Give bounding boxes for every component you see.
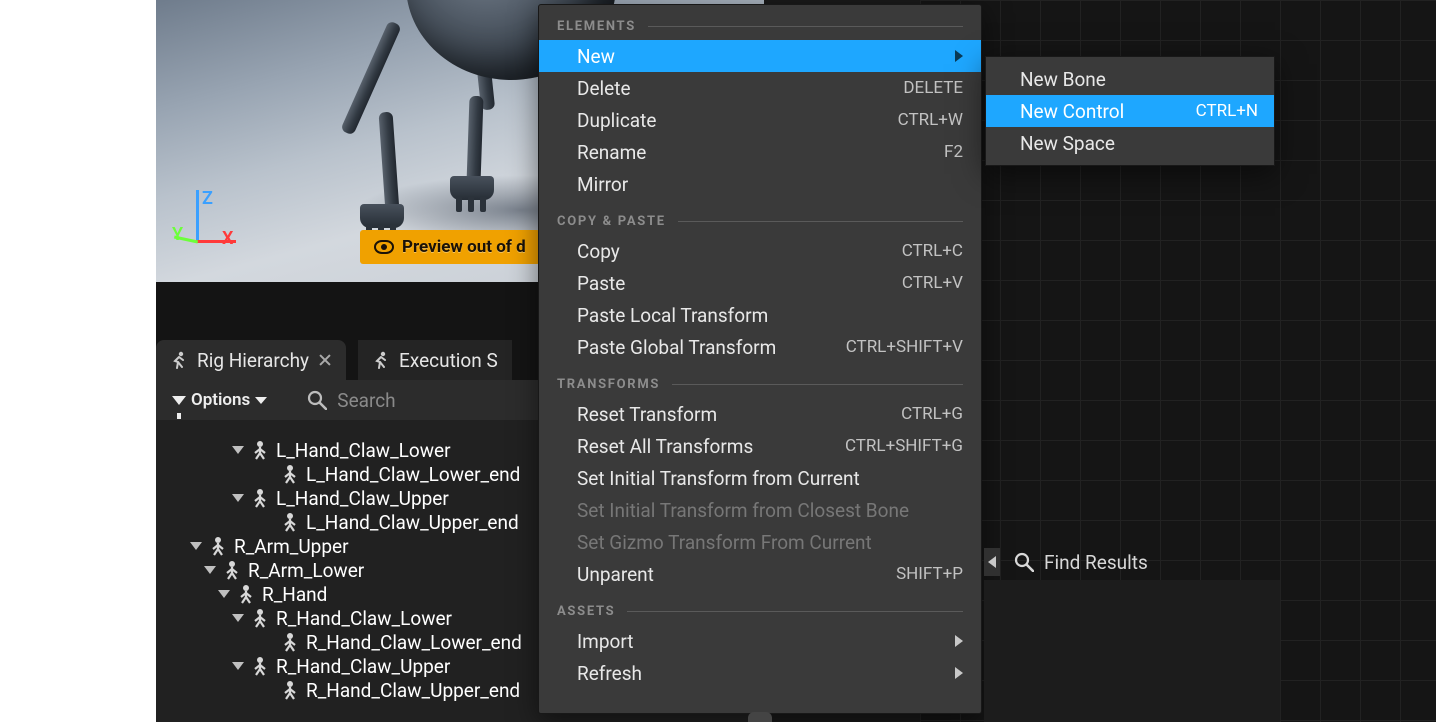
preview-outdated-banner[interactable]: Preview out of d: [360, 230, 540, 264]
bone-icon: [250, 488, 270, 508]
menu-section-transforms: TRANSFORMS: [539, 363, 981, 398]
axis-z-line: [196, 190, 199, 242]
axis-y-label: Y: [172, 224, 183, 245]
eye-icon: [374, 240, 394, 254]
expand-toggle[interactable]: [232, 662, 244, 670]
submenu-item-new-control[interactable]: New Control CTRL+N: [986, 95, 1274, 127]
bone-icon: [280, 680, 300, 700]
chevron-left-icon: [988, 556, 996, 568]
menu-item-new[interactable]: New: [539, 40, 981, 72]
context-menu: ELEMENTS New Delete DELETE Duplicate CTR…: [538, 4, 982, 714]
search-placeholder: Search: [337, 389, 395, 412]
find-results-button[interactable]: Find Results: [1014, 551, 1148, 574]
find-results-label: Find Results: [1044, 551, 1148, 574]
menu-item-paste-global[interactable]: Paste Global Transform CTRL+SHIFT+V: [539, 331, 981, 363]
menu-item-copy[interactable]: Copy CTRL+C: [539, 235, 981, 267]
runner-icon: [372, 351, 390, 369]
chevron-right-icon: [955, 635, 963, 647]
bone-icon: [280, 464, 300, 484]
expand-toggle[interactable]: [204, 566, 216, 574]
search-input[interactable]: Search: [307, 389, 395, 412]
tree-item-label: R_Hand_Claw_Upper_end: [306, 679, 520, 702]
tree-item-label: R_Arm_Lower: [248, 559, 364, 582]
tree-item-label: R_Hand_Claw_Lower_end: [306, 631, 522, 654]
tab-execution[interactable]: Execution S: [358, 340, 512, 380]
close-icon[interactable]: [318, 353, 332, 367]
expand-toggle[interactable]: [232, 446, 244, 454]
search-icon: [1014, 552, 1034, 572]
tree-item-label: R_Hand_Claw_Lower: [276, 607, 452, 630]
filter-icon: [172, 396, 186, 405]
menu-item-paste[interactable]: Paste CTRL+V: [539, 267, 981, 299]
menu-item-rename[interactable]: Rename F2: [539, 136, 981, 168]
search-icon: [307, 390, 327, 410]
robot-leg: [466, 96, 483, 184]
tree-item-label: R_Arm_Upper: [234, 535, 349, 558]
expand-toggle[interactable]: [232, 614, 244, 622]
menu-item-set-initial-from-current[interactable]: Set Initial Transform from Current: [539, 462, 981, 494]
options-button[interactable]: Options: [172, 390, 267, 410]
tree-item-label: R_Hand: [262, 583, 327, 606]
menu-item-reset-transform[interactable]: Reset Transform CTRL+G: [539, 398, 981, 430]
menu-item-delete[interactable]: Delete DELETE: [539, 72, 981, 104]
tab-label: Rig Hierarchy: [197, 349, 309, 372]
tree-item-label: R_Hand_Claw_Upper: [276, 655, 450, 678]
bone-icon: [250, 440, 270, 460]
submenu-item-new-space[interactable]: New Space: [986, 127, 1274, 159]
bone-icon: [236, 584, 256, 604]
runner-icon: [170, 351, 188, 369]
bone-icon: [280, 632, 300, 652]
bone-icon: [250, 608, 270, 628]
menu-item-import[interactable]: Import: [539, 625, 981, 657]
menu-item-refresh[interactable]: Refresh: [539, 657, 981, 689]
bottom-controls: Find Results: [984, 544, 1280, 580]
tab-label: Execution S: [399, 349, 498, 372]
preview-banner-label: Preview out of d: [402, 237, 526, 257]
resize-handle[interactable]: [748, 712, 772, 722]
menu-item-reset-all-transforms[interactable]: Reset All Transforms CTRL+SHIFT+G: [539, 430, 981, 462]
tree-item-label: L_Hand_Claw_Lower: [276, 439, 451, 462]
bone-icon: [222, 560, 242, 580]
collapse-button[interactable]: [984, 548, 1000, 576]
axis-gizmo[interactable]: Z X Y: [196, 242, 197, 243]
menu-section-elements: ELEMENTS: [539, 5, 981, 40]
robot-foot: [450, 176, 494, 200]
context-submenu-new: New Bone New Control CTRL+N New Space: [985, 56, 1275, 166]
chevron-right-icon: [955, 667, 963, 679]
bottom-panel: [984, 580, 1280, 722]
tree-item-label: L_Hand_Claw_Upper_end: [306, 511, 519, 534]
robot-foot: [360, 204, 404, 228]
menu-item-set-gizmo-from-current: Set Gizmo Transform From Current: [539, 526, 981, 558]
bone-icon: [280, 512, 300, 532]
bone-icon: [208, 536, 228, 556]
menu-item-mirror[interactable]: Mirror: [539, 168, 981, 200]
chevron-right-icon: [955, 50, 963, 62]
tab-rig-hierarchy[interactable]: Rig Hierarchy: [156, 340, 346, 380]
axis-z-label: Z: [202, 188, 213, 209]
expand-toggle[interactable]: [190, 542, 202, 550]
menu-item-paste-local[interactable]: Paste Local Transform: [539, 299, 981, 331]
menu-section-copy-paste: COPY & PASTE: [539, 200, 981, 235]
axis-x-label: X: [222, 228, 233, 249]
menu-section-assets: ASSETS: [539, 590, 981, 625]
submenu-item-new-bone[interactable]: New Bone: [986, 63, 1274, 95]
chevron-down-icon: [255, 397, 267, 404]
menu-item-unparent[interactable]: Unparent SHIFT+P: [539, 558, 981, 590]
expand-toggle[interactable]: [218, 590, 230, 598]
menu-item-duplicate[interactable]: Duplicate CTRL+W: [539, 104, 981, 136]
bone-icon: [250, 656, 270, 676]
options-label: Options: [191, 390, 250, 410]
tree-item-label: L_Hand_Claw_Lower_end: [306, 463, 520, 486]
tree-item-label: L_Hand_Claw_Upper: [276, 487, 449, 510]
menu-item-set-initial-from-bone: Set Initial Transform from Closest Bone: [539, 494, 981, 526]
expand-toggle[interactable]: [232, 494, 244, 502]
